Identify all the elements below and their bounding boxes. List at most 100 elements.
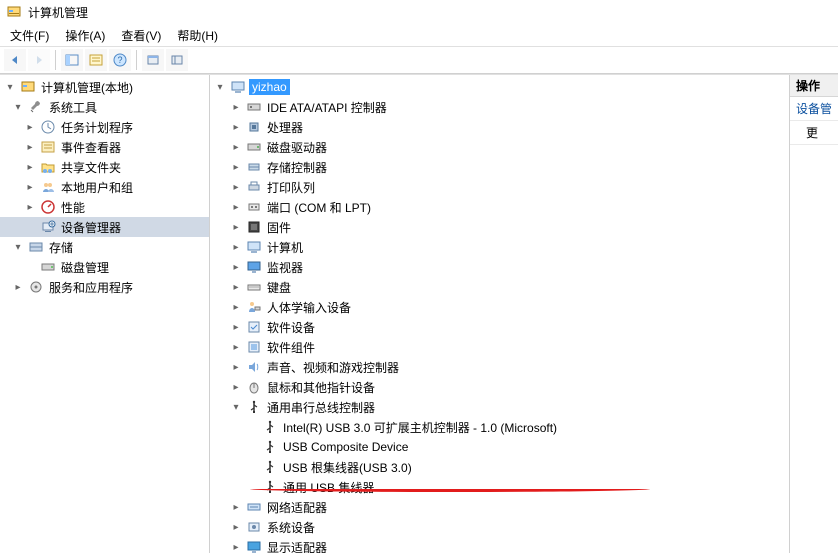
device-software_devices[interactable]: ▸软件设备 [210, 317, 789, 337]
tree-storage[interactable]: ▾ 存储 [0, 237, 209, 257]
device-disk_drives[interactable]: ▸ 磁盘驱动器 [210, 137, 789, 157]
tree-label: 磁盘管理 [59, 258, 111, 277]
expander-icon[interactable]: ▾ [11, 242, 25, 253]
expander-icon[interactable]: ▸ [229, 542, 243, 553]
expander-icon[interactable]: ▸ [229, 202, 243, 213]
device-hid[interactable]: ▸人体学输入设备 [210, 297, 789, 317]
expander-icon[interactable]: ▸ [229, 522, 243, 533]
svg-text:?: ? [117, 55, 122, 65]
expander-icon[interactable]: ▸ [23, 162, 37, 173]
device-computer[interactable]: ▸计算机 [210, 237, 789, 257]
view-devices-button[interactable] [142, 49, 164, 71]
expander-icon[interactable]: ▸ [229, 502, 243, 513]
device-tree-pane: ▾ yizhao ▸IDE ATA/ATAPI 控制器▸处理器▸磁盘驱动器▸存储… [210, 75, 790, 553]
tree-shared-folders[interactable]: ▸ 共享文件夹 [0, 157, 209, 177]
expander-icon[interactable]: ▸ [229, 282, 243, 293]
expander-icon[interactable]: ▾ [11, 102, 25, 113]
device-usb_hub[interactable]: ▸通用 USB 集线器 [210, 477, 789, 497]
device-usb_root_hub[interactable]: ▸USB 根集线器(USB 3.0) [210, 457, 789, 477]
tree-label: 共享文件夹 [59, 158, 123, 177]
tree-label: 通用串行总线控制器 [265, 398, 377, 417]
tree-label: 键盘 [265, 278, 293, 297]
expander-icon[interactable]: ▸ [23, 142, 37, 153]
usb-icon [262, 459, 278, 475]
tree-label: 存储控制器 [265, 158, 329, 177]
device-print_queues[interactable]: ▸打印队列 [210, 177, 789, 197]
device-mouse[interactable]: ▸ 鼠标和其他指针设备 [210, 377, 789, 397]
expander-icon[interactable]: ▸ [229, 382, 243, 393]
device-manager-icon [40, 219, 56, 235]
printer-icon [246, 179, 262, 195]
actions-more-link[interactable]: 更 [790, 121, 838, 145]
expander-icon[interactable]: ▸ [11, 282, 25, 293]
tree-task-scheduler[interactable]: ▸ 任务计划程序 [0, 117, 209, 137]
forward-button[interactable] [28, 49, 50, 71]
device-ports[interactable]: ▸端口 (COM 和 LPT) [210, 197, 789, 217]
show-hide-tree-button[interactable] [61, 49, 83, 71]
keyboard-icon [246, 279, 262, 295]
tree-services-apps[interactable]: ▸ 服务和应用程序 [0, 277, 209, 297]
view-resources-button[interactable] [166, 49, 188, 71]
expander-icon[interactable]: ▸ [229, 162, 243, 173]
menu-file[interactable]: 文件(F) [2, 25, 57, 46]
tree-root-computer-management[interactable]: ▾ 计算机管理(本地) [0, 77, 209, 97]
tree-disk-management[interactable]: ▸ 磁盘管理 [0, 257, 209, 277]
expander-icon[interactable]: ▸ [229, 102, 243, 113]
menu-action[interactable]: 操作(A) [57, 25, 113, 46]
device-display[interactable]: ▸显示适配器 [210, 537, 789, 553]
tree-label: 磁盘驱动器 [265, 138, 329, 157]
expander-icon[interactable]: ▸ [23, 122, 37, 133]
tree-device-manager[interactable]: ▸ 设备管理器 [0, 217, 209, 237]
device-firmware[interactable]: ▸固件 [210, 217, 789, 237]
mouse-icon [246, 379, 262, 395]
device-keyboards[interactable]: ▸ 键盘 [210, 277, 789, 297]
console-tree-pane: ▾ 计算机管理(本地) ▾ 系统工具 [0, 75, 210, 553]
device-network[interactable]: ▸网络适配器 [210, 497, 789, 517]
device-ide[interactable]: ▸IDE ATA/ATAPI 控制器 [210, 97, 789, 117]
device-cpu[interactable]: ▸处理器 [210, 117, 789, 137]
device-usb_intel[interactable]: ▸Intel(R) USB 3.0 可扩展主机控制器 - 1.0 (Micros… [210, 417, 789, 437]
device-usb_composite[interactable]: ▸USB Composite Device [210, 437, 789, 457]
tree-label: 通用 USB 集线器 [281, 478, 376, 497]
menubar: 文件(F) 操作(A) 查看(V) 帮助(H) [0, 24, 838, 46]
menu-help[interactable]: 帮助(H) [169, 25, 226, 46]
expander-icon[interactable]: ▾ [213, 82, 227, 93]
device-root-computer[interactable]: ▾ yizhao [210, 77, 789, 97]
expander-icon[interactable]: ▸ [229, 142, 243, 153]
expander-icon[interactable]: ▸ [229, 182, 243, 193]
expander-icon[interactable]: ▾ [3, 82, 17, 93]
ide-icon [246, 99, 262, 115]
back-button[interactable] [4, 49, 26, 71]
menu-view[interactable]: 查看(V) [113, 25, 169, 46]
expander-icon[interactable]: ▸ [23, 202, 37, 213]
tree-event-viewer[interactable]: ▸ 事件查看器 [0, 137, 209, 157]
expander-icon[interactable]: ▸ [229, 222, 243, 233]
expander-icon[interactable]: ▸ [229, 262, 243, 273]
device-system_devices[interactable]: ▸系统设备 [210, 517, 789, 537]
expander-icon[interactable]: ▾ [229, 402, 243, 413]
expander-icon[interactable]: ▸ [229, 342, 243, 353]
usb-icon [246, 399, 262, 415]
device-storage_ctrl[interactable]: ▸ 存储控制器 [210, 157, 789, 177]
toolbar-separator [55, 50, 56, 70]
help-button[interactable]: ? [109, 49, 131, 71]
expander-icon[interactable]: ▸ [23, 182, 37, 193]
tree-local-users[interactable]: ▸ 本地用户和组 [0, 177, 209, 197]
expander-icon[interactable]: ▸ [229, 122, 243, 133]
performance-icon [40, 199, 56, 215]
tree-performance[interactable]: ▸ 性能 [0, 197, 209, 217]
properties2-button[interactable] [85, 49, 107, 71]
tree-label: yizhao [249, 79, 290, 95]
expander-icon[interactable]: ▸ [229, 362, 243, 373]
expander-icon[interactable]: ▸ [229, 302, 243, 313]
expander-icon[interactable]: ▸ [229, 322, 243, 333]
tree-system-tools[interactable]: ▾ 系统工具 [0, 97, 209, 117]
device-monitors[interactable]: ▸监视器 [210, 257, 789, 277]
actions-section[interactable]: 设备管 [790, 97, 838, 121]
device-usb_ctrl[interactable]: ▾ 通用串行总线控制器 [210, 397, 789, 417]
device-software_components[interactable]: ▸软件组件 [210, 337, 789, 357]
tree-label: 鼠标和其他指针设备 [265, 378, 377, 397]
expander-icon[interactable]: ▸ [229, 242, 243, 253]
device-sound[interactable]: ▸声音、视频和游戏控制器 [210, 357, 789, 377]
usb-icon [262, 479, 278, 495]
